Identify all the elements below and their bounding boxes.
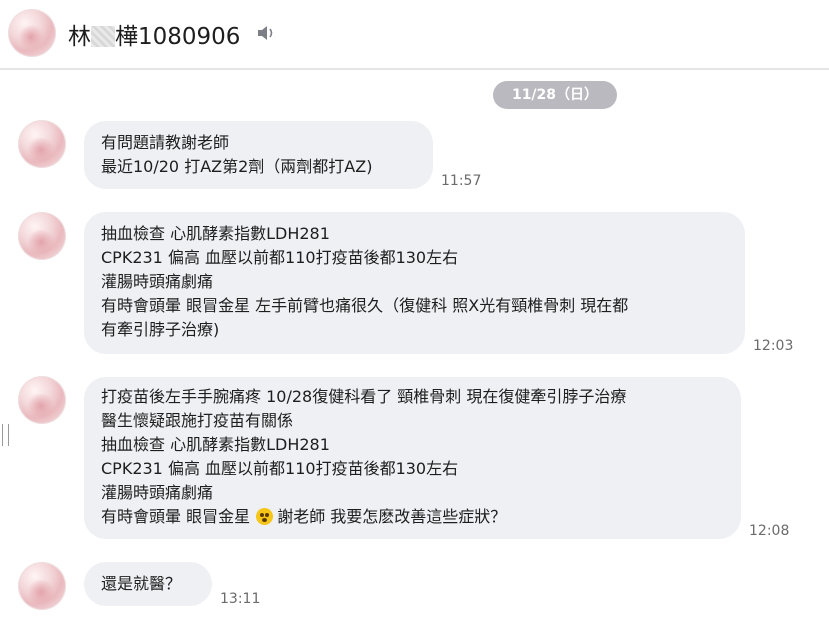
contact-name-prefix: 林 bbox=[68, 24, 91, 50]
message-text-line: 最近10/20 打AZ第2劑（兩劑都打AZ) bbox=[101, 157, 373, 176]
date-separator: 11/28（日） bbox=[493, 81, 617, 109]
message-timestamp: 12:03 bbox=[753, 338, 794, 354]
message-timestamp: 11:57 bbox=[441, 173, 482, 189]
message-text-line: 灌腸時頭痛劇痛 bbox=[101, 272, 214, 291]
contact-name: 林樺1080906 bbox=[68, 17, 240, 51]
message-text-line: 有牽引脖子治療) bbox=[101, 320, 220, 339]
sender-avatar[interactable] bbox=[18, 212, 66, 260]
sender-avatar[interactable] bbox=[18, 562, 66, 610]
message-text-line: 抽血檢查 心肌酵素指數LDH281 bbox=[101, 435, 330, 454]
chat-header: 林樺1080906 bbox=[0, 0, 829, 70]
sender-avatar[interactable] bbox=[18, 376, 66, 424]
message-text-segment: 有時會頭暈 眼冒金星 bbox=[101, 507, 256, 526]
message-timestamp: 13:11 bbox=[220, 591, 261, 607]
message-timestamp: 12:08 bbox=[749, 523, 790, 539]
dizzy-face-emoji-icon bbox=[256, 508, 274, 525]
redacted-character bbox=[91, 26, 115, 47]
scroll-handle[interactable] bbox=[2, 424, 9, 446]
speaker-icon[interactable] bbox=[257, 25, 275, 41]
message-text-line: 醫生懷疑跟施打疫苗有關係 bbox=[101, 411, 294, 430]
chat-window: 林樺1080906 11/28（日） 有問題請教謝老師 最近10/20 打AZ第… bbox=[0, 0, 829, 627]
message-text-segment: 謝老師 我要怎麽改善這些症狀？ bbox=[277, 507, 507, 526]
contact-name-suffix: 樺1080906 bbox=[115, 24, 241, 50]
message-bubble[interactable]: 還是就醫？ bbox=[84, 562, 212, 606]
message-text-line: 打疫苗後左手手腕痛疼 10/28復健科看了 頸椎骨刺 現在復健牽引脖子治療 bbox=[101, 387, 627, 406]
message-text-line: CPK231 偏高 血壓以前都110打疫苗後都130左右 bbox=[101, 459, 459, 478]
message-text-line: 抽血檢查 心肌酵素指數LDH281 bbox=[101, 224, 330, 243]
message-text-line: CPK231 偏高 血壓以前都110打疫苗後都130左右 bbox=[101, 248, 459, 267]
message-bubble[interactable]: 抽血檢查 心肌酵素指數LDH281 CPK231 偏高 血壓以前都110打疫苗後… bbox=[84, 212, 745, 354]
message-text-line: 有問題請教謝老師 bbox=[101, 133, 230, 152]
sender-avatar[interactable] bbox=[18, 120, 66, 168]
contact-avatar[interactable] bbox=[8, 9, 56, 57]
message-text-line: 灌腸時頭痛劇痛 bbox=[101, 483, 214, 502]
message-text-line: 還是就醫？ bbox=[101, 574, 182, 593]
message-text-line: 有時會頭暈 眼冒金星 謝老師 我要怎麽改善這些症狀？ bbox=[101, 507, 506, 527]
message-bubble[interactable]: 打疫苗後左手手腕痛疼 10/28復健科看了 頸椎骨刺 現在復健牽引脖子治療 醫生… bbox=[84, 377, 741, 539]
message-text-line: 有時會頭暈 眼冒金星 左手前臂也痛很久（復健科 照X光有頸椎骨刺 現在都 bbox=[101, 296, 629, 315]
message-bubble[interactable]: 有問題請教謝老師 最近10/20 打AZ第2劑（兩劑都打AZ) bbox=[84, 121, 433, 189]
